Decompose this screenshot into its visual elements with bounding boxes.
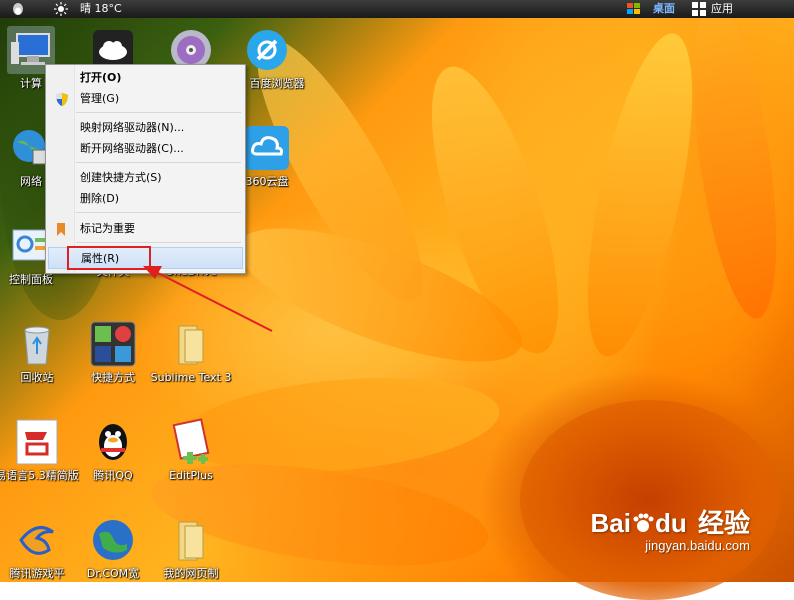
watermark-brand-suffix: du (654, 508, 687, 538)
watermark-url: jingyan.baidu.com (645, 538, 750, 553)
baidu-jingyan-watermark: Bai du 经验 jingyan.baidu.com (591, 508, 750, 553)
watermark-brand: Bai (590, 508, 631, 538)
annotation-arrow (143, 266, 273, 332)
paw-icon (633, 513, 654, 532)
watermark-service: 经验 (697, 508, 750, 538)
